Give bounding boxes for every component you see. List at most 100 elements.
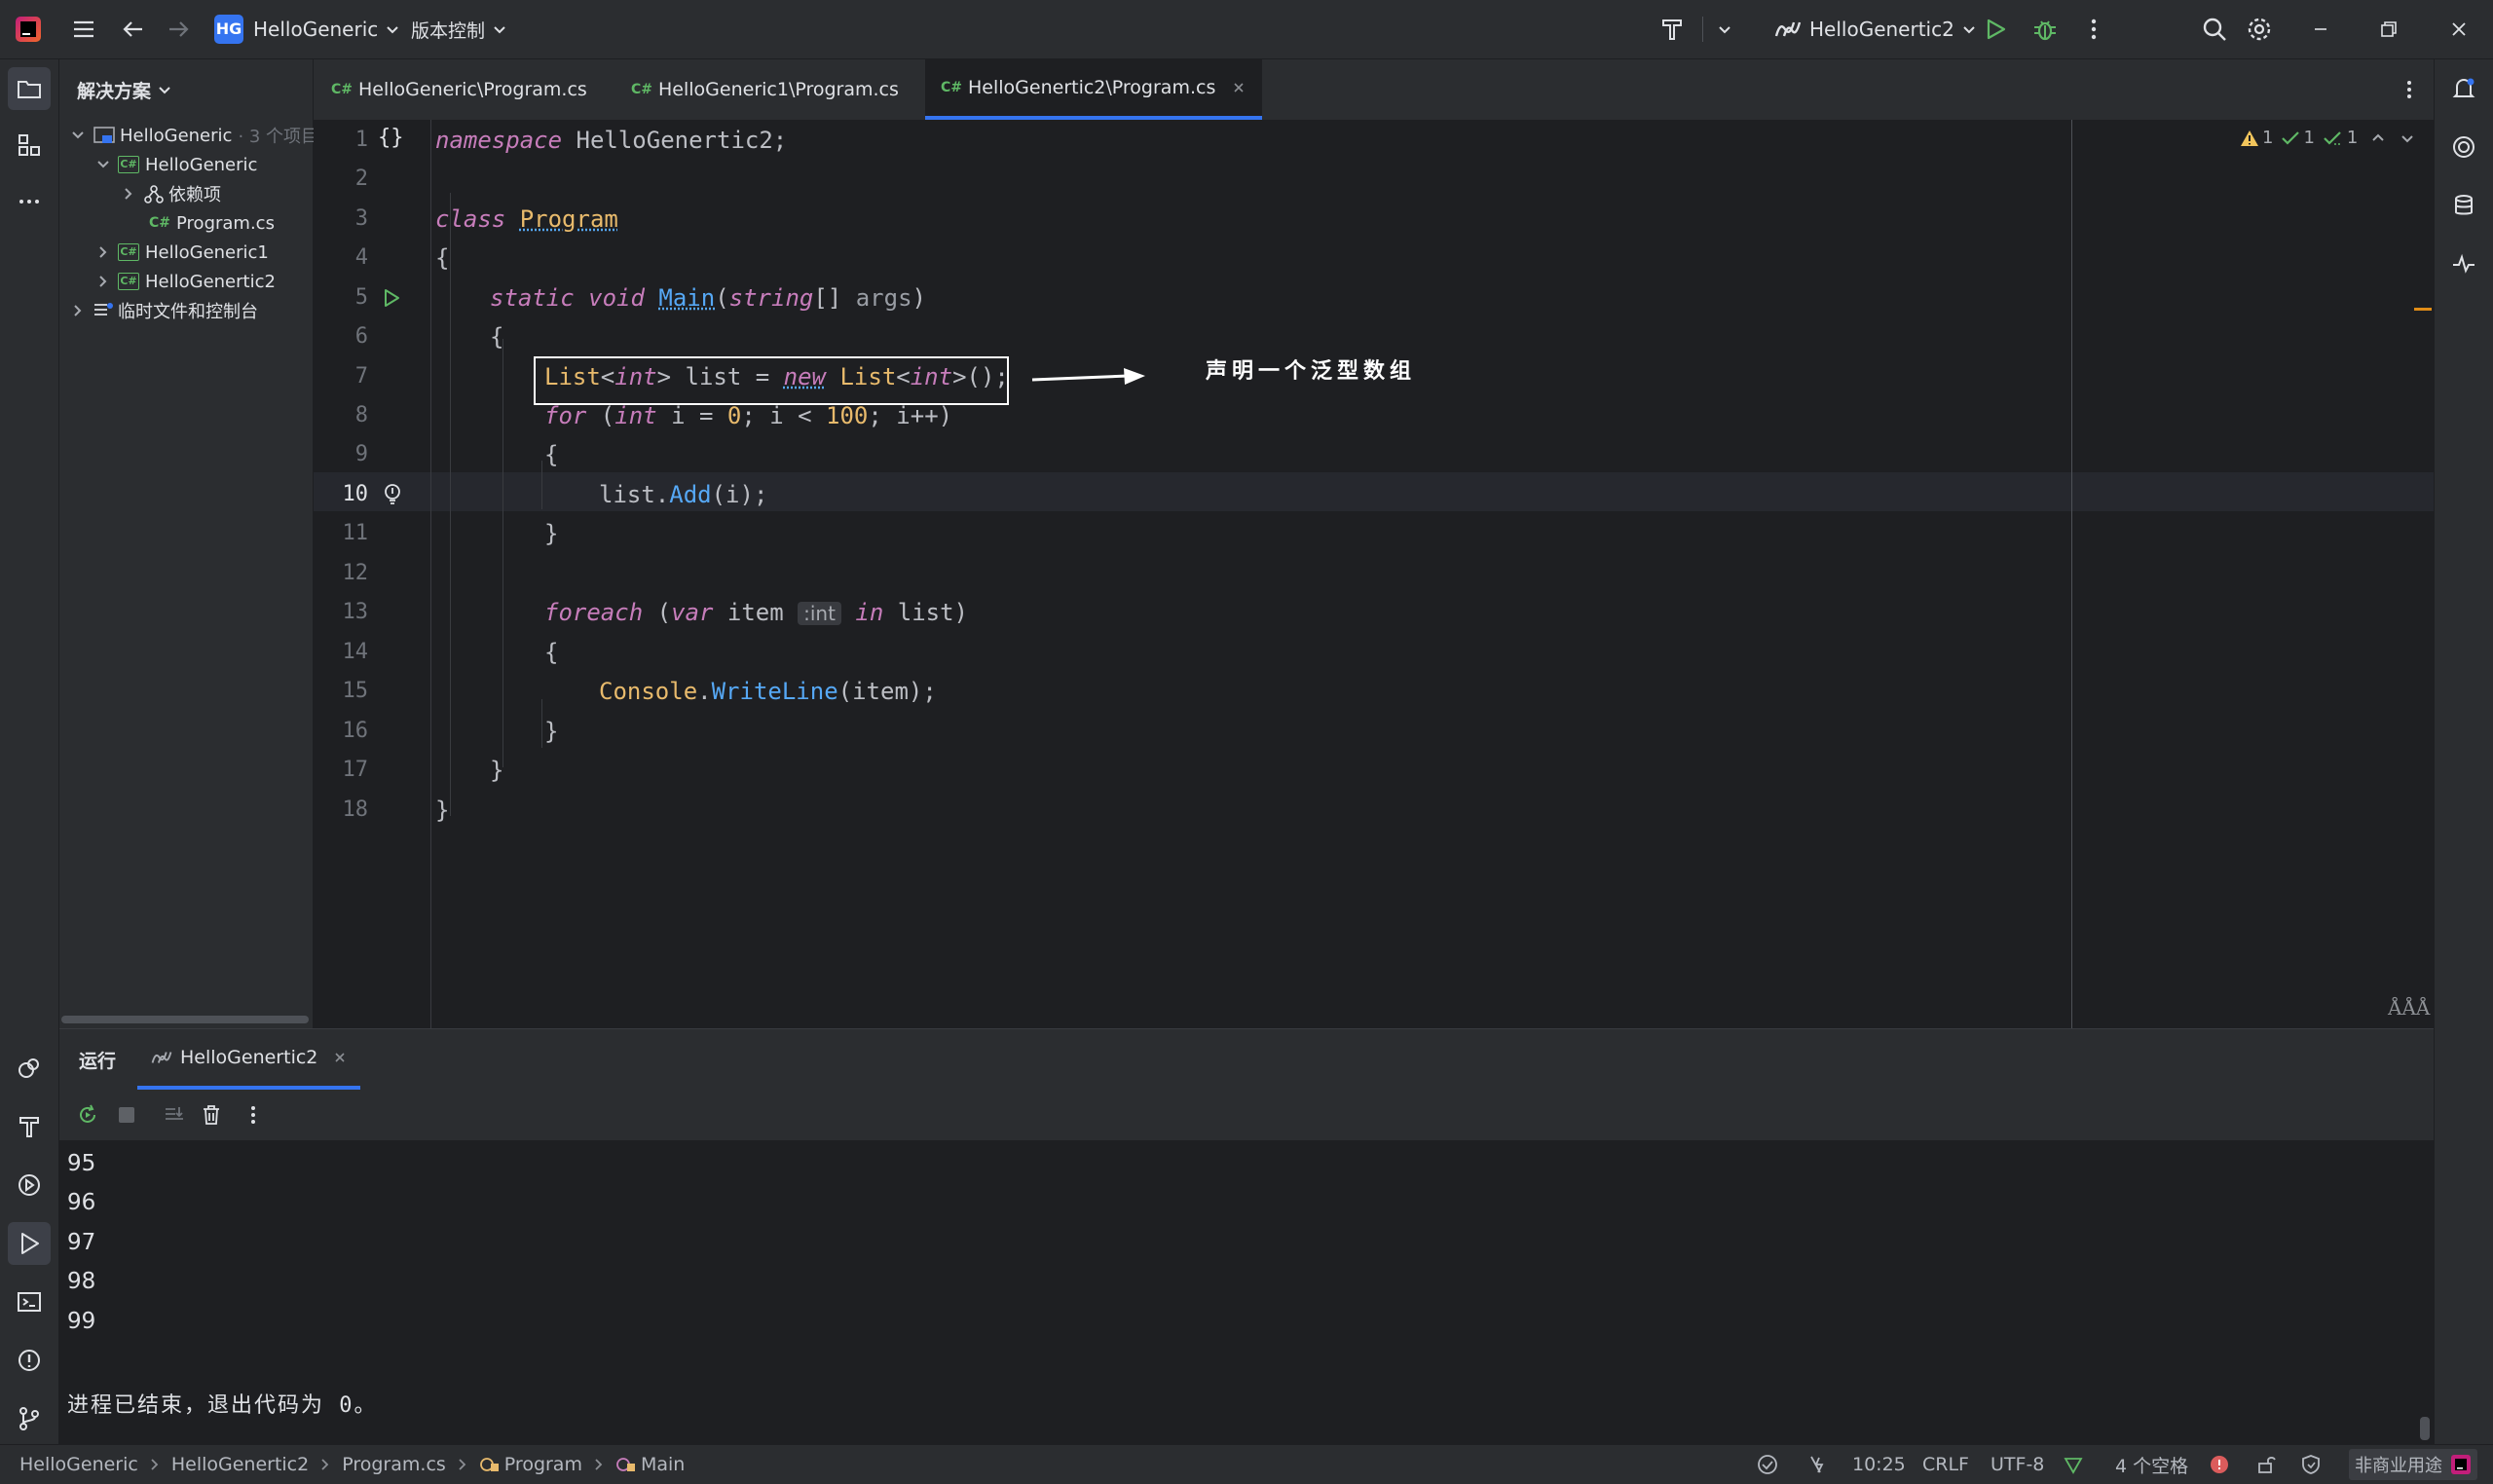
breadcrumb: HelloGeneric HelloGenertic2 Program.cs P… — [19, 1445, 685, 1484]
build-dropdown-chevron-icon[interactable] — [1716, 0, 1733, 58]
scrollbar-warning-marker[interactable] — [2414, 308, 2432, 311]
inspection-widget[interactable]: 1 1 1 — [2240, 128, 2416, 148]
tree-item-project-hellogeneric1[interactable]: C# HelloGeneric1 — [94, 238, 269, 267]
run-button[interactable] — [1983, 0, 2008, 58]
lightbulb-icon[interactable] — [382, 482, 403, 507]
app-logo-icon[interactable] — [14, 0, 43, 58]
inspections-ok-icon[interactable] — [1757, 1445, 1778, 1484]
back-arrow-icon[interactable] — [121, 0, 146, 58]
punct: ( — [586, 402, 615, 429]
tree-item-solution[interactable]: HelloGeneric · 3 个项目 — [69, 121, 318, 150]
breadcrumb-item[interactable]: Main — [641, 1454, 685, 1475]
project-name: HelloGeneric — [253, 18, 379, 41]
debug-button[interactable] — [2031, 0, 2059, 58]
line-number: 15 — [342, 679, 369, 703]
project-selector[interactable]: HG HelloGeneric — [214, 0, 401, 58]
output-line: 95 — [67, 1151, 96, 1176]
project-badge: HG — [214, 15, 243, 44]
run-tool-icon[interactable] — [8, 1222, 51, 1265]
vcs-status-icon[interactable] — [2063, 1445, 2084, 1484]
tabs-more-icon[interactable] — [2388, 59, 2431, 120]
console-scrollbar[interactable] — [2420, 1417, 2430, 1440]
settings-gear-icon[interactable] — [2246, 0, 2273, 58]
build-hammer-icon[interactable] — [1657, 0, 1687, 58]
code-line-11: } — [544, 520, 559, 547]
vcs-menu[interactable]: 版本控制 — [411, 0, 508, 58]
tree-item-program-cs[interactable]: C# Program.cs — [149, 208, 275, 238]
tree-item-dependencies[interactable]: 依赖项 — [120, 179, 221, 208]
debug-tool-icon[interactable] — [8, 1164, 51, 1206]
power-save-icon[interactable] — [1807, 1445, 1827, 1484]
project-tool-folder-icon[interactable] — [8, 67, 51, 110]
run-tab[interactable]: HelloGenertic2 — [137, 1029, 361, 1090]
tree-item-project-hellogenertic2[interactable]: C# HelloGenertic2 — [94, 267, 276, 296]
class-name: Program — [519, 205, 618, 233]
line-separator[interactable]: CRLF — [1922, 1445, 1969, 1484]
problems-icon[interactable] — [8, 1339, 51, 1382]
notifications-bell-icon[interactable] — [2442, 67, 2485, 110]
dynamic-program-analysis-icon[interactable] — [2442, 242, 2485, 285]
scroll-to-end-icon[interactable] — [163, 1103, 186, 1127]
rerun-icon[interactable] — [75, 1102, 100, 1128]
chevron-up-icon[interactable] — [2369, 130, 2387, 147]
database-icon[interactable] — [2442, 184, 2485, 227]
tree-item-scratches[interactable]: 临时文件和控制台 — [69, 296, 258, 325]
csharp-file-icon: C# — [331, 82, 353, 97]
annotation-arrow-icon — [1031, 368, 1145, 385]
close-window-icon[interactable] — [2448, 0, 2470, 58]
tab-hellogeneric1-program[interactable]: C# HelloGeneric1\Program.cs — [615, 59, 914, 120]
solution-view-selector[interactable]: 解决方案 — [77, 75, 172, 104]
readonly-lock-icon[interactable] — [2255, 1445, 2277, 1484]
scratch-console-icon — [94, 303, 113, 315]
error-indicator-icon[interactable] — [2209, 1445, 2230, 1484]
close-tab-icon[interactable] — [333, 1051, 347, 1064]
chevron-down-icon[interactable] — [2399, 130, 2416, 147]
console-output[interactable]: 95 96 97 98 99 进程已结束，退出代码为 0。 — [59, 1141, 2434, 1445]
stop-icon[interactable] — [116, 1104, 137, 1126]
tab-hellogeneric-program[interactable]: C# HelloGeneric\Program.cs — [316, 59, 603, 120]
tab-hellogenertic2-program[interactable]: C# HelloGenertic2\Program.cs — [925, 59, 1263, 120]
license-status[interactable]: 非商业用途 — [2349, 1449, 2477, 1480]
code-line-15: Console.WriteLine(item); — [435, 678, 937, 705]
indent-setting[interactable]: 4 个空格 — [2115, 1445, 2188, 1484]
run-gutter-icon[interactable] — [382, 287, 401, 309]
main-menu-icon[interactable] — [70, 0, 97, 58]
minimize-icon[interactable] — [2310, 0, 2331, 58]
caret-position[interactable]: 10:25 — [1852, 1445, 1906, 1484]
chevron-right-icon — [99, 276, 107, 287]
restore-icon[interactable] — [2378, 0, 2400, 58]
services-icon[interactable] — [8, 1047, 51, 1090]
forward-arrow-icon[interactable] — [166, 0, 191, 58]
git-branch-icon[interactable] — [8, 1397, 51, 1440]
type-name: Console — [599, 678, 698, 705]
tree-item-project-hellogeneric[interactable]: C# HelloGeneric — [94, 150, 257, 179]
reader-mode-icon[interactable]: ÅÅÅ — [2388, 996, 2430, 1020]
punct: [] — [813, 284, 856, 312]
breadcrumb-item[interactable]: Program.cs — [342, 1454, 446, 1475]
breadcrumb-item[interactable]: Program — [504, 1454, 582, 1475]
structure-icon[interactable] — [8, 124, 51, 167]
tab-label: HelloGenertic2\Program.cs — [968, 77, 1216, 98]
method-name: Add — [669, 481, 712, 508]
csharp-file-icon: C# — [631, 82, 653, 97]
namespace-braces-icon[interactable]: {} — [378, 126, 404, 150]
more-vertical-icon[interactable] — [246, 1103, 260, 1127]
close-tab-icon[interactable] — [1231, 80, 1246, 95]
build-hammer-icon[interactable] — [8, 1105, 51, 1148]
horizontal-scrollbar[interactable] — [61, 1016, 309, 1023]
breadcrumb-item[interactable]: HelloGenertic2 — [171, 1454, 309, 1475]
run-config-selector[interactable]: HelloGenertic2 — [1774, 0, 1978, 58]
terminal-icon[interactable] — [8, 1280, 51, 1323]
ai-assistant-icon[interactable] — [2442, 126, 2485, 168]
search-icon[interactable] — [2201, 0, 2228, 58]
breadcrumb-item[interactable]: HelloGeneric — [19, 1454, 138, 1475]
warning-icon — [2241, 130, 2258, 146]
more-tools-icon[interactable] — [8, 180, 51, 223]
line-number: 4 — [354, 245, 368, 270]
code-text: i = — [656, 402, 727, 429]
code-editor[interactable]: 1 2 3 4 5 6 7 8 9 10 11 12 13 14 15 16 1… — [314, 120, 2434, 1028]
shield-icon[interactable] — [2300, 1445, 2322, 1484]
clear-trash-icon[interactable] — [200, 1102, 223, 1128]
file-encoding[interactable]: UTF-8 — [1991, 1445, 2044, 1484]
more-vertical-icon[interactable] — [2084, 0, 2103, 58]
